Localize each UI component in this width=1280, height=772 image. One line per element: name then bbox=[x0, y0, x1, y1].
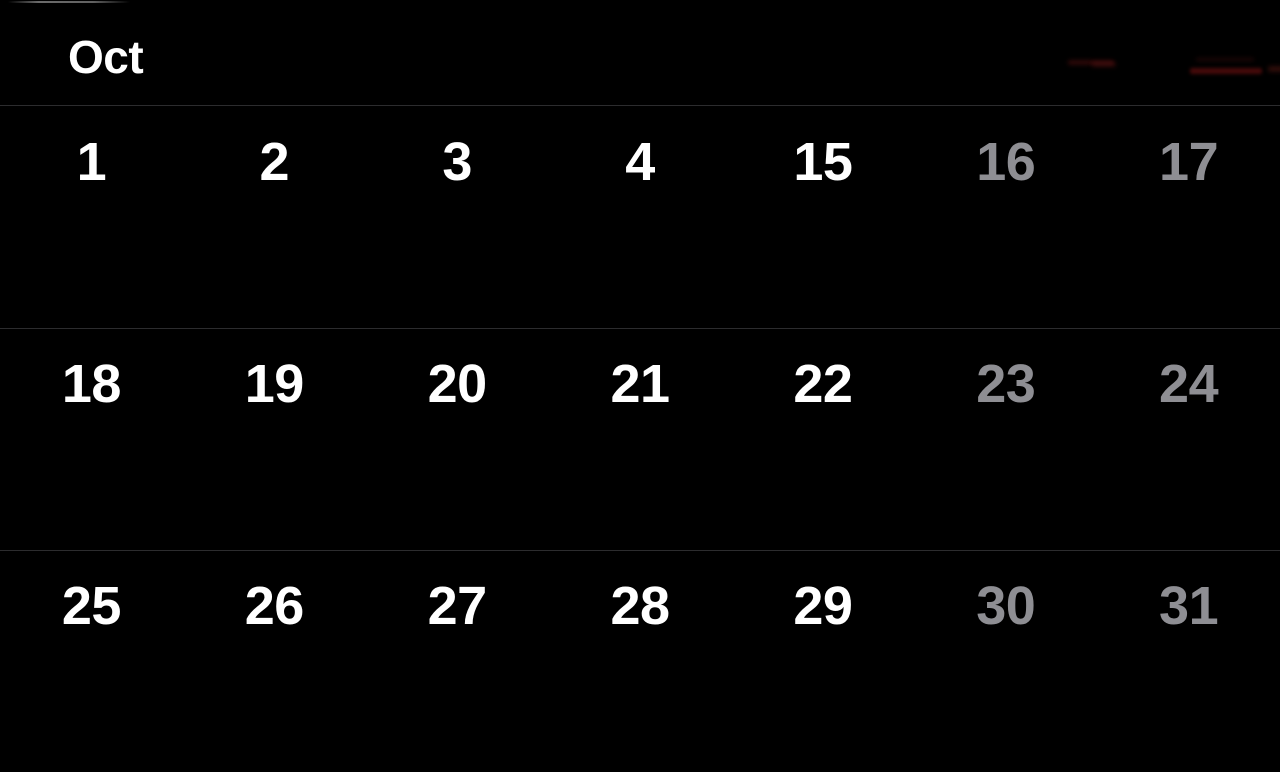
day-number: 26 bbox=[244, 576, 305, 636]
day-number: 22 bbox=[793, 354, 853, 414]
day-cell[interactable]: 16 bbox=[914, 106, 1097, 328]
day-cell[interactable]: 17 bbox=[1097, 106, 1280, 328]
day-cell[interactable]: 19 bbox=[183, 328, 366, 550]
month-title: Oct bbox=[68, 31, 144, 83]
calendar-month-view: Oct 1 2 3 4 15 16 17 18 19 20 21 22 23 24 25 26 27 28 29 30… bbox=[0, 0, 1280, 720]
week-row: 1 2 3 4 15 16 17 bbox=[0, 106, 1280, 328]
day-cell[interactable]: 29 bbox=[731, 550, 914, 772]
header-red-artifact-2 bbox=[1092, 62, 1116, 67]
day-cell[interactable]: 22 bbox=[731, 328, 914, 550]
day-number: 21 bbox=[610, 354, 670, 414]
day-cell[interactable]: 23 bbox=[914, 328, 1097, 550]
week-row: 18 19 20 21 22 23 24 bbox=[0, 328, 1280, 550]
day-cell[interactable]: 31 bbox=[1097, 550, 1280, 772]
day-number: 30 bbox=[976, 576, 1036, 636]
day-number: 31 bbox=[1159, 576, 1219, 636]
day-number: 3 bbox=[442, 132, 472, 192]
day-cell[interactable]: 20 bbox=[366, 328, 549, 550]
day-number: 24 bbox=[1159, 354, 1219, 414]
day-cell[interactable]: 25 bbox=[0, 550, 183, 772]
day-number: 28 bbox=[610, 576, 670, 636]
header-red-artifact-4 bbox=[1190, 68, 1262, 74]
weeks-grid: 1 2 3 4 15 16 17 18 19 20 21 22 23 24 25 26 27 28 29 30 31 bbox=[0, 106, 1280, 772]
header-red-artifact-1 bbox=[1068, 60, 1114, 65]
day-number: 17 bbox=[1159, 132, 1219, 192]
month-header: Oct bbox=[0, 0, 1280, 105]
day-number: 20 bbox=[427, 354, 488, 414]
day-number: 15 bbox=[793, 132, 853, 192]
header-red-artifact-5 bbox=[1268, 66, 1280, 72]
day-number: 4 bbox=[625, 132, 655, 192]
header-red-artifact-3 bbox=[1196, 58, 1254, 61]
day-number: 23 bbox=[976, 354, 1036, 414]
day-cell[interactable]: 15 bbox=[731, 106, 914, 328]
day-number: 27 bbox=[427, 576, 488, 636]
day-cell[interactable]: 26 bbox=[183, 550, 366, 772]
day-number: 19 bbox=[244, 354, 305, 414]
day-cell[interactable]: 21 bbox=[549, 328, 732, 550]
day-number: 18 bbox=[61, 354, 122, 414]
day-number: 25 bbox=[61, 576, 122, 636]
day-cell[interactable]: 30 bbox=[914, 550, 1097, 772]
day-number: 2 bbox=[259, 132, 290, 192]
day-cell[interactable]: 28 bbox=[549, 550, 732, 772]
day-number: 16 bbox=[976, 132, 1036, 192]
day-cell[interactable]: 4 bbox=[549, 106, 732, 328]
day-cell[interactable]: 3 bbox=[366, 106, 549, 328]
day-cell[interactable]: 18 bbox=[0, 328, 183, 550]
day-cell[interactable]: 1 bbox=[0, 106, 183, 328]
day-cell[interactable]: 27 bbox=[366, 550, 549, 772]
day-cell[interactable]: 24 bbox=[1097, 328, 1280, 550]
day-number: 29 bbox=[793, 576, 853, 636]
day-cell[interactable]: 2 bbox=[183, 106, 366, 328]
week-row: 25 26 27 28 29 30 31 bbox=[0, 550, 1280, 772]
day-number: 1 bbox=[76, 132, 107, 192]
